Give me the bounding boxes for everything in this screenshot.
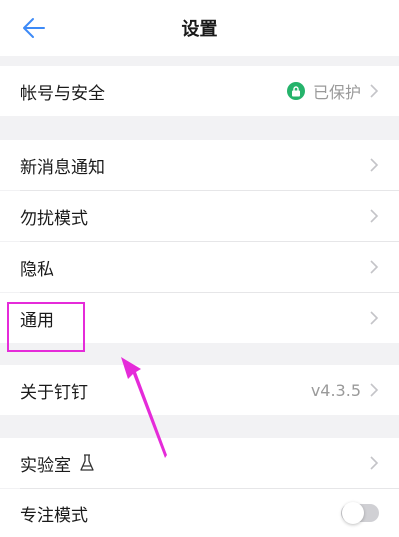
version-text: v4.3.5 <box>310 380 361 400</box>
chevron-right-icon <box>370 158 379 172</box>
chevron-right-icon <box>370 383 379 397</box>
toggle-knob <box>342 502 364 524</box>
settings-row-focus-mode: 专注模式 <box>0 489 399 537</box>
row-label: 实验室 <box>20 455 71 476</box>
row-label: 勿扰模式 <box>20 208 88 229</box>
back-arrow-icon[interactable] <box>20 14 48 42</box>
settings-row-privacy[interactable]: 隐私 <box>0 242 399 292</box>
page-title: 设置 <box>181 19 218 40</box>
settings-row-notifications[interactable]: 新消息通知 <box>0 140 399 190</box>
chevron-right-icon <box>370 456 379 470</box>
row-label: 通用 <box>20 310 54 331</box>
settings-row-do-not-disturb[interactable]: 勿扰模式 <box>0 191 399 241</box>
nav-header: 设置 <box>0 0 399 56</box>
chevron-right-icon <box>370 209 379 223</box>
settings-row-lab[interactable]: 实验室 <box>0 438 399 488</box>
lock-icon <box>286 82 305 100</box>
protection-status: 已保护 <box>312 83 361 102</box>
row-label: 专注模式 <box>20 505 88 526</box>
settings-row-about[interactable]: 关于钉钉 v4.3.5 <box>0 365 399 415</box>
row-label: 隐私 <box>20 259 54 280</box>
chevron-right-icon <box>370 311 379 325</box>
focus-mode-toggle[interactable] <box>341 502 379 524</box>
row-label: 帐号与安全 <box>20 83 105 104</box>
chevron-right-icon <box>370 260 379 274</box>
chevron-right-icon <box>370 84 379 98</box>
flask-icon <box>80 454 94 471</box>
settings-row-general[interactable]: 通用 <box>0 293 399 343</box>
row-label: 新消息通知 <box>20 157 105 178</box>
row-label: 关于钉钉 <box>20 382 88 403</box>
settings-row-account-security[interactable]: 帐号与安全 已保护 <box>0 66 399 116</box>
